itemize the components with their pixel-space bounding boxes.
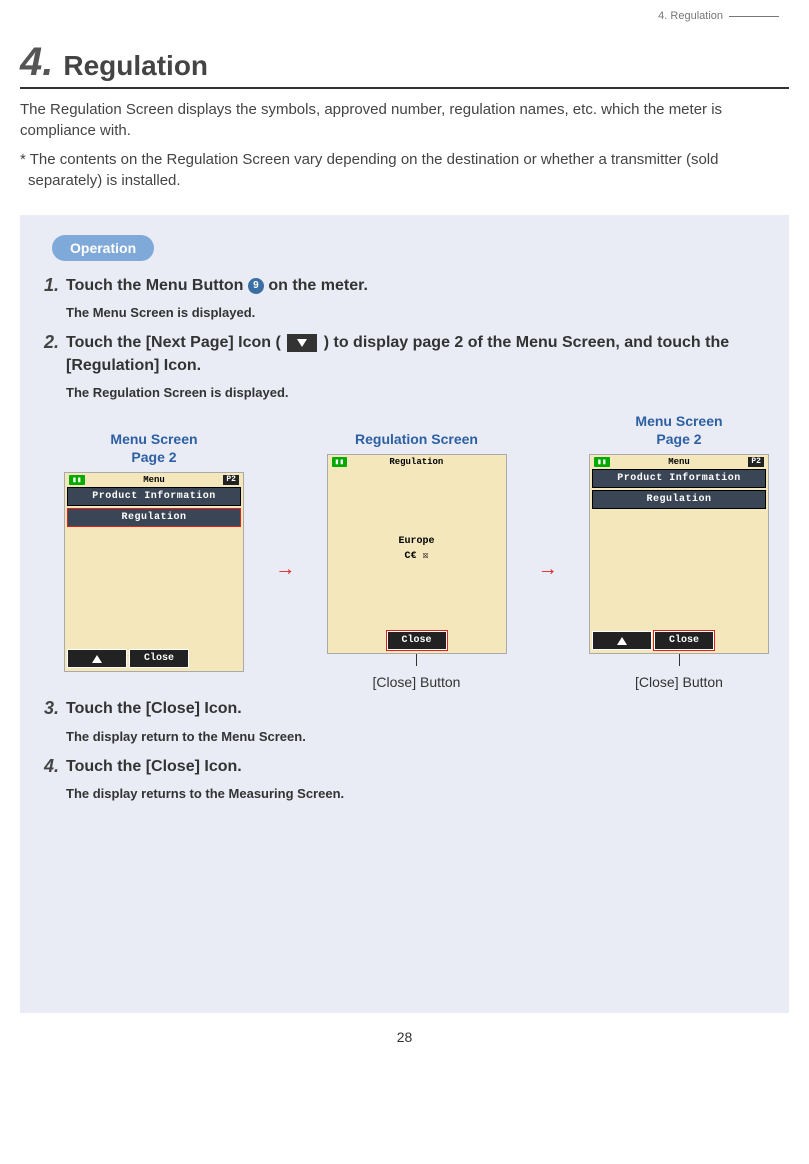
step-1: 1. Touch the Menu Button 9 on the meter.…	[44, 275, 769, 320]
step-2: 2. Touch the [Next Page] Icon ( ) to dis…	[44, 332, 769, 400]
step-number: 3.	[44, 698, 66, 743]
step-result: The Menu Screen is displayed.	[66, 305, 769, 320]
step-3: 3. Touch the [Close] Icon. The display r…	[44, 698, 769, 743]
section-number: 4.	[20, 40, 53, 85]
section-heading: 4. Regulation	[20, 40, 789, 89]
close-button[interactable]: Close	[387, 631, 447, 650]
step-title: Touch the Menu Button 9 on the meter.	[66, 275, 769, 297]
close-button[interactable]: Close	[129, 649, 189, 668]
step-result: The display return to the Menu Screen.	[66, 729, 769, 744]
intro-paragraph: The Regulation Screen displays the symbo…	[20, 99, 789, 141]
step-number: 2.	[44, 332, 66, 400]
step-result: The Regulation Screen is displayed.	[66, 385, 769, 400]
close-button[interactable]: Close	[654, 631, 714, 650]
screen-title: Menu	[668, 457, 690, 467]
close-button-caption: [Close] Button	[635, 674, 723, 690]
battery-icon: ▮▮	[594, 457, 610, 467]
step-number: 4.	[44, 756, 66, 801]
section-title: Regulation	[63, 50, 208, 82]
screenshot-regulation: Regulation Screen ▮▮ Regulation Europe C…	[327, 412, 507, 690]
device-screen-regulation: ▮▮ Regulation Europe C€ ☒ Close	[327, 454, 507, 654]
next-page-icon	[287, 334, 317, 352]
screen-title: Regulation	[389, 457, 443, 467]
arrow-right-icon: →	[538, 558, 558, 581]
arrow-right-icon: →	[275, 558, 295, 581]
menu-item-product-information[interactable]: Product Information	[67, 487, 241, 506]
screenshots-row: Menu Screen Page 2 ▮▮ Menu P2 Product In…	[64, 412, 769, 690]
menu-item-regulation[interactable]: Regulation	[592, 490, 766, 509]
running-title: 4. Regulation	[658, 10, 723, 22]
screenshot-caption: Regulation Screen	[355, 412, 478, 448]
menu-button-reference-badge: 9	[248, 278, 264, 294]
prev-page-button[interactable]	[592, 631, 652, 650]
screenshot-caption: Menu Screen Page 2	[110, 430, 197, 466]
note-paragraph: * The contents on the Regulation Screen …	[20, 149, 789, 191]
running-header: 4. Regulation	[658, 10, 779, 22]
device-screen-menu: ▮▮ Menu P2 Product Information Regulatio…	[64, 472, 244, 672]
device-screen-menu: ▮▮ Menu P2 Product Information Regulatio…	[589, 454, 769, 654]
screenshot-caption: Menu Screen Page 2	[635, 412, 722, 448]
step-4: 4. Touch the [Close] Icon. The display r…	[44, 756, 769, 801]
step-result: The display returns to the Measuring Scr…	[66, 786, 769, 801]
step-title: Touch the [Close] Icon.	[66, 756, 769, 778]
page-number: 28	[20, 1029, 789, 1045]
battery-icon: ▮▮	[332, 457, 348, 467]
close-button-caption: [Close] Button	[373, 674, 461, 690]
regulation-content: Europe C€ ☒	[328, 469, 506, 629]
regulation-marks: C€ ☒	[404, 550, 428, 562]
page-indicator: P2	[223, 475, 239, 485]
step-title: Touch the [Close] Icon.	[66, 698, 769, 720]
screenshot-menu-left: Menu Screen Page 2 ▮▮ Menu P2 Product In…	[64, 430, 244, 672]
screen-title: Menu	[143, 475, 165, 485]
step-number: 1.	[44, 275, 66, 320]
menu-item-product-information[interactable]: Product Information	[592, 469, 766, 488]
prev-page-button[interactable]	[67, 649, 127, 668]
regulation-region: Europe	[398, 536, 434, 547]
operation-panel: Operation 1. Touch the Menu Button 9 on …	[20, 215, 789, 1013]
page-indicator: P2	[748, 457, 764, 467]
screenshot-menu-right: Menu Screen Page 2 ▮▮ Menu P2 Product In…	[589, 412, 769, 690]
menu-item-regulation[interactable]: Regulation	[67, 508, 241, 527]
battery-icon: ▮▮	[69, 475, 85, 485]
operation-badge: Operation	[52, 235, 154, 261]
step-title: Touch the [Next Page] Icon ( ) to displa…	[66, 332, 769, 377]
